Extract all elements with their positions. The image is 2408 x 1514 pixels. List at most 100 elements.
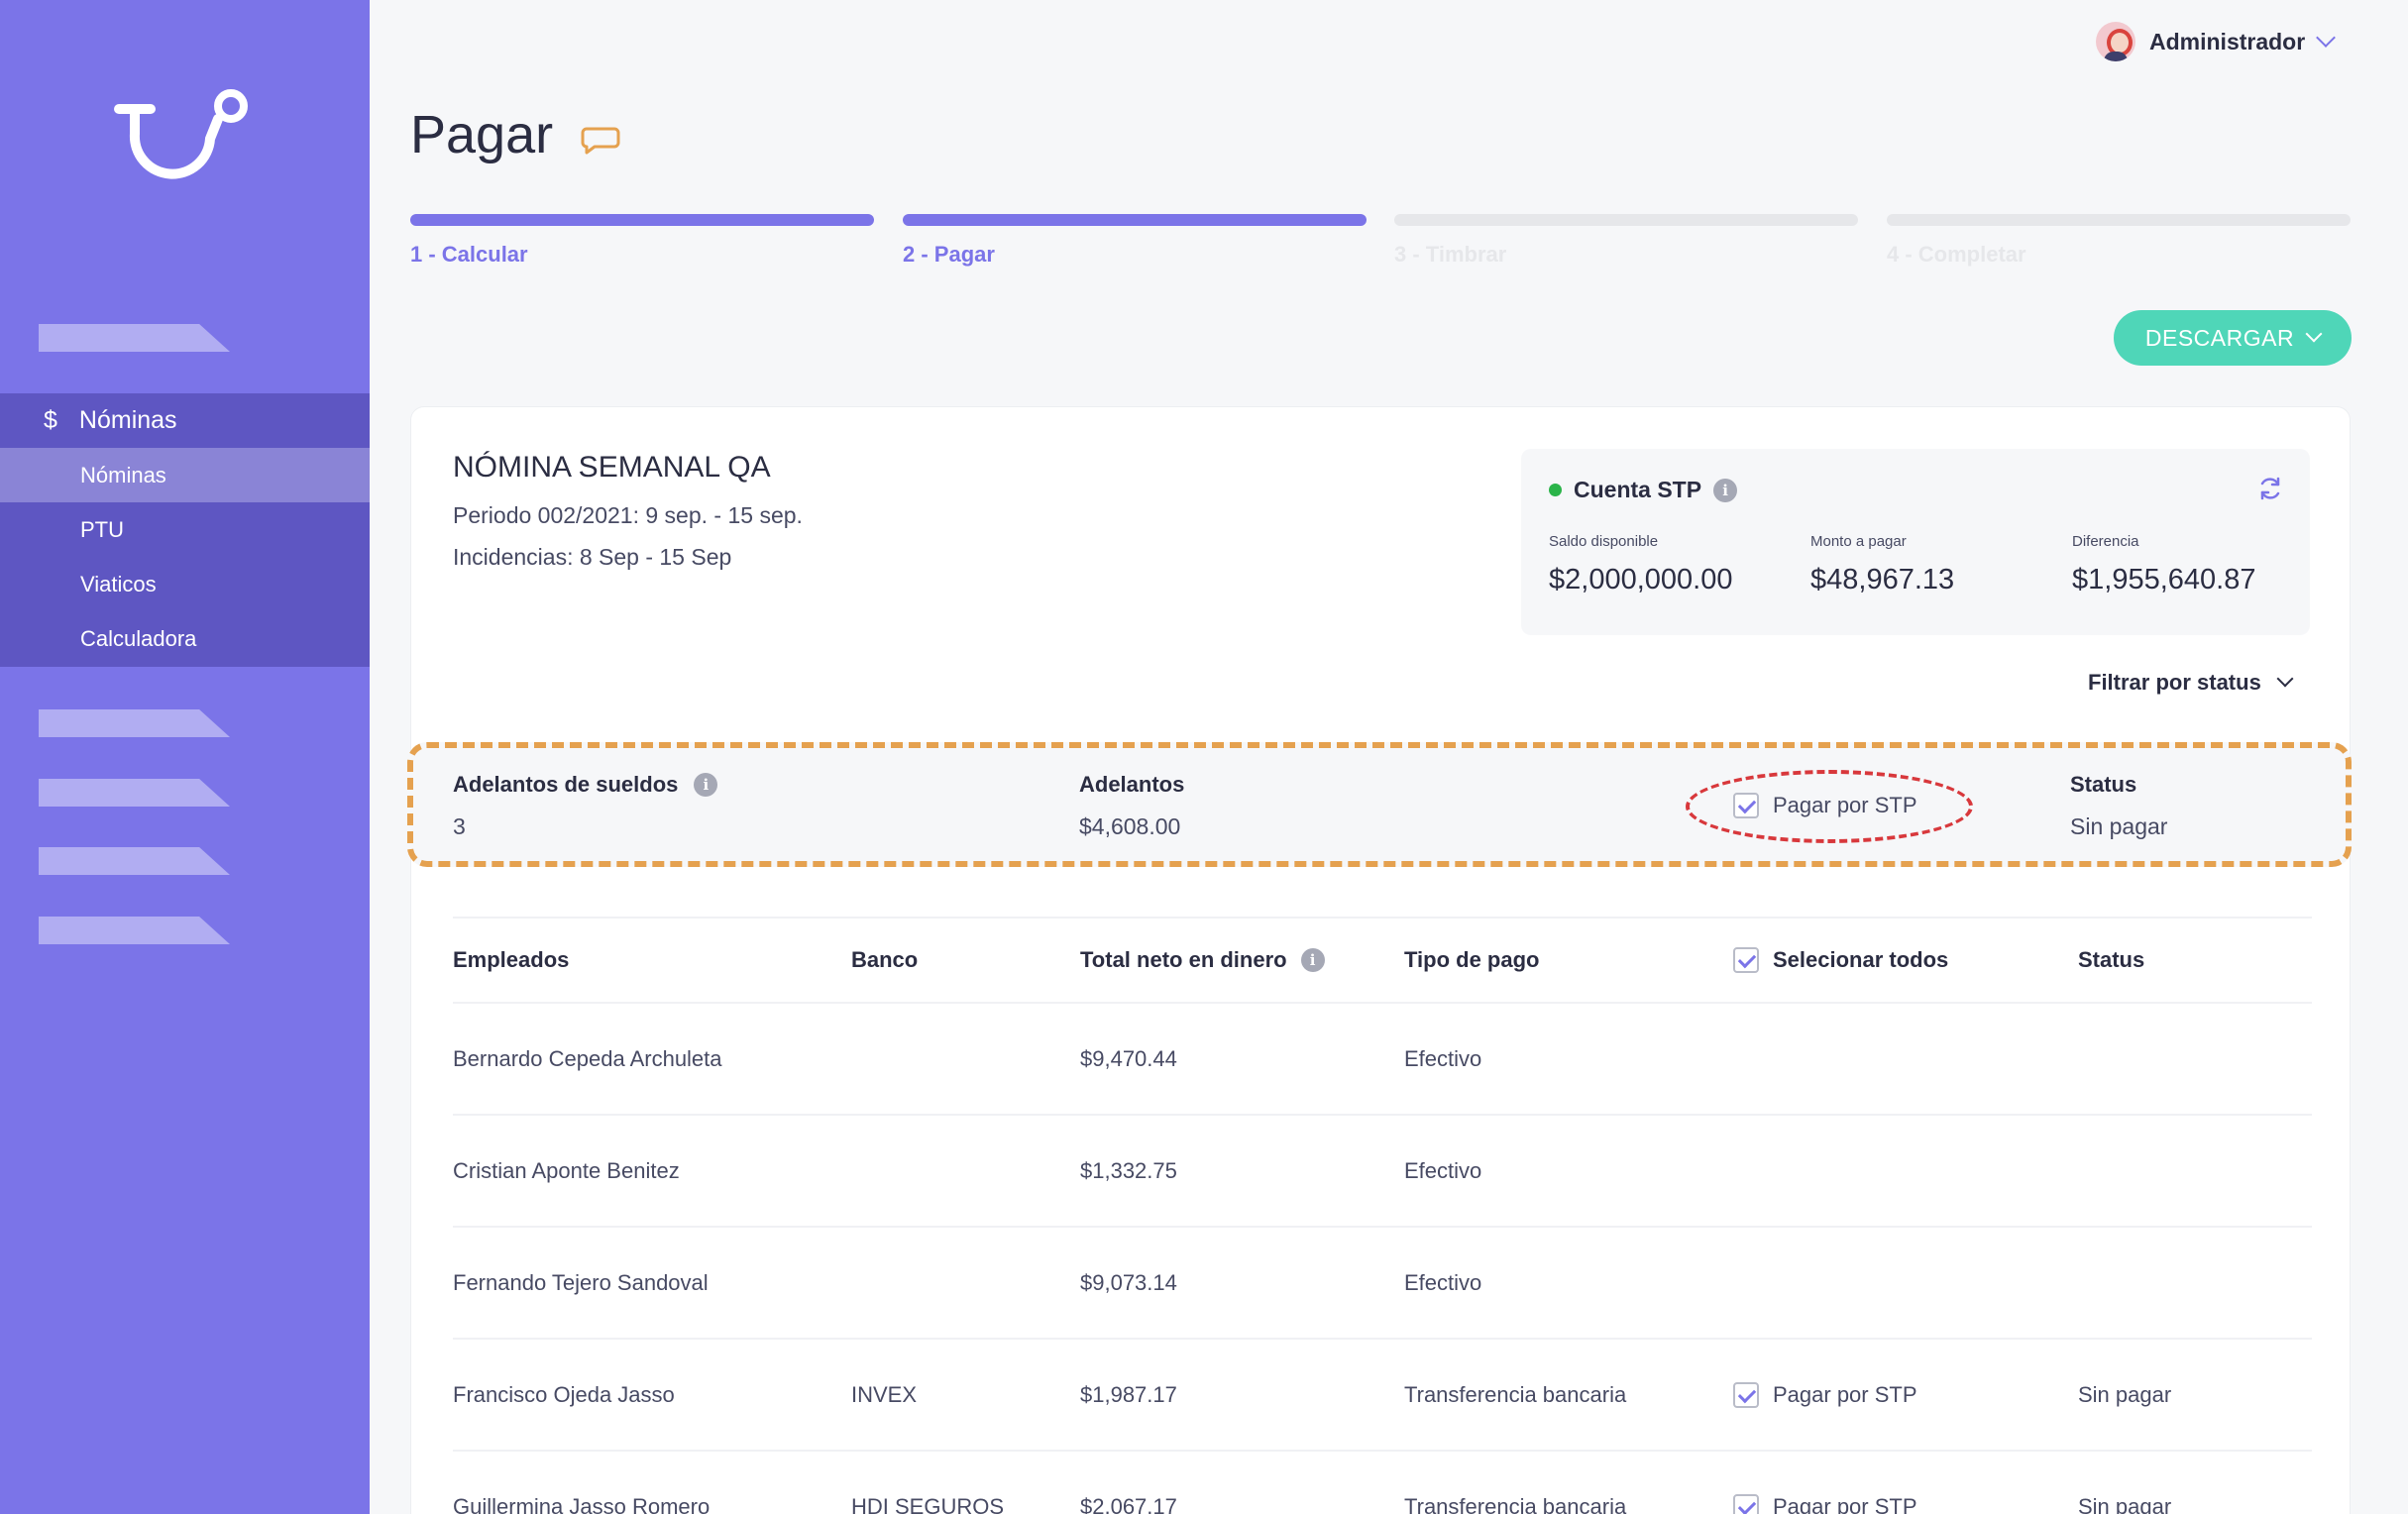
download-button-label: DESCARGAR bbox=[2144, 324, 2295, 351]
employee-name: Francisco Ojeda Jasso bbox=[453, 1381, 675, 1407]
sidebar-nav-nominas: $ Nóminas Nóminas PTU Viaticos Calculado… bbox=[0, 393, 370, 667]
column-header-bank: Banco bbox=[851, 947, 919, 972]
employee-name: Fernando Tejero Sandoval bbox=[453, 1269, 709, 1295]
employee-status: Sin pagar bbox=[2078, 1381, 2172, 1407]
stp-account-panel: Cuenta STP i Saldo disponible $2,000,000… bbox=[1521, 449, 2310, 635]
pay-stp-label: Pagar por STP bbox=[1773, 793, 1917, 817]
table-row[interactable]: Guillermina Jasso Romero HDI SEGUROS $2,… bbox=[453, 1450, 2312, 1514]
advances-pay-stp[interactable]: Pagar por STP bbox=[1733, 793, 1917, 818]
employee-net: $2,067.17 bbox=[1080, 1493, 1177, 1514]
employees-table: Empleados Banco Total neto en dinero i T… bbox=[453, 917, 2312, 1514]
salary-advances-count: 3 bbox=[453, 813, 466, 839]
employee-pay-type: Efectivo bbox=[1404, 1157, 1482, 1183]
stp-value: $2,000,000.00 bbox=[1549, 564, 1733, 595]
page-title: Pagar bbox=[410, 105, 554, 164]
employee-status: Sin pagar bbox=[2078, 1493, 2172, 1514]
table-row[interactable]: Bernardo Cepeda Archuleta $9,470.44 Efec… bbox=[453, 1002, 2312, 1114]
status-dot-icon bbox=[1549, 484, 1562, 496]
select-all-control[interactable]: Selecionar todos bbox=[1733, 919, 1948, 1002]
step-completar[interactable]: 4 - Completar bbox=[1887, 214, 2351, 268]
chevron-down-icon bbox=[2305, 325, 2323, 343]
step-progress-bar bbox=[903, 214, 1367, 226]
sidebar-placeholder bbox=[39, 709, 230, 737]
sidebar-item-nominas-group[interactable]: $ Nóminas bbox=[0, 393, 370, 448]
column-header-net-label: Total neto en dinero bbox=[1080, 947, 1287, 972]
employee-pay-type: Transferencia bancaria bbox=[1404, 1381, 1627, 1407]
employee-bank: INVEX bbox=[851, 1381, 918, 1407]
employee-pay-type: Transferencia bancaria bbox=[1404, 1493, 1627, 1514]
info-icon[interactable]: i bbox=[1300, 948, 1325, 972]
stepper: 1 - Calcular 2 - Pagar 3 - Timbrar 4 - C… bbox=[410, 214, 2351, 273]
select-all-checkbox[interactable] bbox=[1733, 947, 1759, 973]
sidebar-placeholder bbox=[39, 779, 230, 807]
download-button[interactable]: DESCARGAR bbox=[2114, 310, 2352, 366]
sidebar: $ Nóminas Nóminas PTU Viaticos Calculado… bbox=[0, 0, 370, 1514]
filter-status-dropdown[interactable]: Filtrar por status bbox=[2088, 670, 2294, 696]
employee-pay-stp[interactable]: Pagar por STP bbox=[1733, 1452, 1917, 1514]
advances-amount: $4,608.00 bbox=[1079, 813, 1181, 839]
sidebar-placeholder bbox=[39, 917, 230, 944]
employee-name: Guillermina Jasso Romero bbox=[453, 1493, 711, 1514]
advances-status: Sin pagar bbox=[2070, 813, 2168, 839]
payroll-period: Periodo 002/2021: 9 sep. - 15 sep. bbox=[453, 502, 803, 528]
select-all-label: Selecionar todos bbox=[1773, 947, 1949, 972]
employee-name: Cristian Aponte Benitez bbox=[453, 1157, 680, 1183]
employee-pay-type: Efectivo bbox=[1404, 1045, 1482, 1071]
user-menu[interactable]: Administrador bbox=[2096, 22, 2337, 61]
sidebar-item-viaticos[interactable]: Viaticos bbox=[0, 557, 370, 611]
step-calcular[interactable]: 1 - Calcular bbox=[410, 214, 874, 268]
dollar-icon: $ bbox=[44, 406, 57, 434]
sidebar-placeholder bbox=[39, 324, 230, 352]
sidebar-item-calculadora[interactable]: Calculadora bbox=[0, 611, 370, 666]
filter-status-label: Filtrar por status bbox=[2088, 670, 2261, 695]
step-progress-bar bbox=[1887, 214, 2351, 226]
sidebar-item-ptu[interactable]: PTU bbox=[0, 502, 370, 557]
user-name: Administrador bbox=[2149, 28, 2306, 54]
hook-logo-icon[interactable] bbox=[109, 84, 258, 183]
employee-pay-stp[interactable]: Pagar por STP bbox=[1733, 1340, 1917, 1450]
column-header-employees: Empleados bbox=[453, 947, 570, 972]
table-header-row: Empleados Banco Total neto en dinero i T… bbox=[453, 917, 2312, 1002]
employee-name: Bernardo Cepeda Archuleta bbox=[453, 1045, 722, 1071]
stp-account-header: Cuenta STP i bbox=[1549, 477, 1738, 503]
stp-amount-to-pay: Monto a pagar $48,967.13 bbox=[1810, 533, 1954, 596]
table-row[interactable]: Cristian Aponte Benitez $1,332.75 Efecti… bbox=[453, 1114, 2312, 1226]
employee-net: $9,073.14 bbox=[1080, 1269, 1177, 1295]
step-progress-bar bbox=[1394, 214, 1858, 226]
step-label: 4 - Completar bbox=[1887, 242, 2026, 267]
advances-status-label: Status bbox=[2070, 772, 2137, 797]
stp-value: $1,955,640.87 bbox=[2072, 564, 2256, 595]
stp-label: Monto a pagar bbox=[1810, 533, 1907, 550]
stp-label: Diferencia bbox=[2072, 533, 2139, 550]
step-timbrar[interactable]: 3 - Timbrar bbox=[1394, 214, 1858, 268]
info-icon[interactable]: i bbox=[1713, 478, 1738, 502]
employee-net: $1,332.75 bbox=[1080, 1157, 1177, 1183]
stp-account-name: Cuenta STP bbox=[1574, 477, 1702, 502]
employee-net: $1,987.17 bbox=[1080, 1381, 1177, 1407]
advances-amount-label: Adelantos bbox=[1079, 772, 1185, 797]
sidebar-item-nominas[interactable]: Nóminas bbox=[0, 448, 370, 502]
step-pagar[interactable]: 2 - Pagar bbox=[903, 214, 1367, 268]
step-label: 3 - Timbrar bbox=[1394, 242, 1507, 267]
salary-advances-label: Adelantos de sueldos bbox=[453, 772, 679, 797]
info-icon[interactable]: i bbox=[694, 773, 718, 797]
pay-stp-label: Pagar por STP bbox=[1773, 1493, 1917, 1514]
pay-stp-checkbox[interactable] bbox=[1733, 1381, 1759, 1408]
column-header-pay-type: Tipo de pago bbox=[1404, 947, 1540, 972]
table-row[interactable]: Fernando Tejero Sandoval $9,073.14 Efect… bbox=[453, 1226, 2312, 1338]
refresh-icon[interactable] bbox=[2256, 475, 2284, 502]
salary-advances-row: Adelantos de sueldos i 3 Adelantos $4,60… bbox=[407, 742, 2352, 867]
pay-stp-checkbox[interactable] bbox=[1733, 1493, 1759, 1514]
comment-icon[interactable] bbox=[581, 125, 620, 157]
sidebar-item-label: Nóminas bbox=[78, 406, 177, 434]
employee-net: $9,470.44 bbox=[1080, 1045, 1177, 1071]
avatar bbox=[2096, 22, 2135, 61]
stp-difference: Diferencia $1,955,640.87 bbox=[2072, 533, 2255, 596]
employee-pay-type: Efectivo bbox=[1404, 1269, 1482, 1295]
pay-stp-label: Pagar por STP bbox=[1773, 1381, 1917, 1407]
stp-value: $48,967.13 bbox=[1810, 564, 1955, 595]
step-progress-bar bbox=[410, 214, 874, 226]
pay-stp-checkbox[interactable] bbox=[1733, 793, 1759, 818]
stp-available-balance: Saldo disponible $2,000,000.00 bbox=[1549, 533, 1732, 596]
table-row[interactable]: Francisco Ojeda Jasso INVEX $1,987.17 Tr… bbox=[453, 1338, 2312, 1450]
